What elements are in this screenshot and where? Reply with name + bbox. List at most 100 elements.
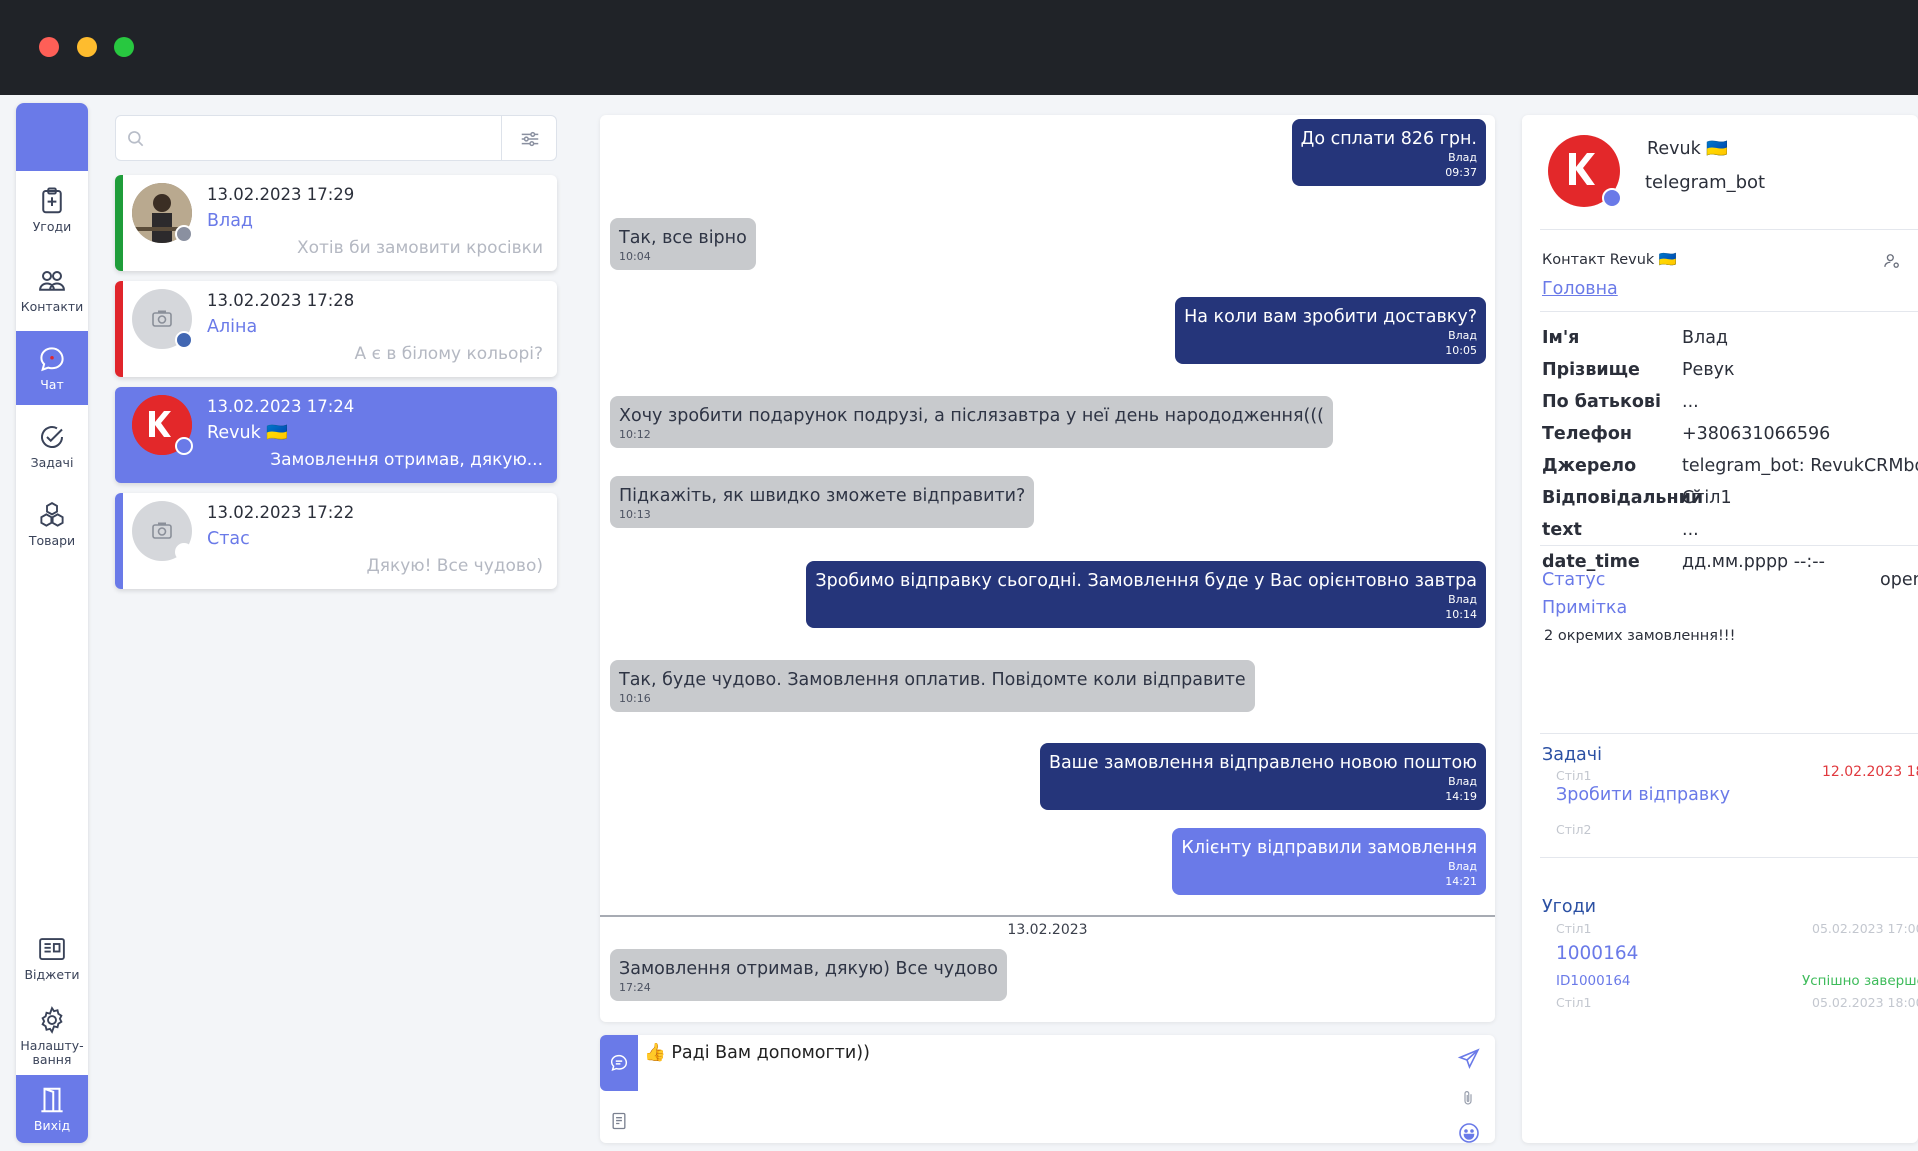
door-exit-icon bbox=[41, 1087, 63, 1113]
message-incoming: Так, буде чудово. Замовлення оплатив. По… bbox=[610, 660, 1255, 712]
field-label: Відповідальний bbox=[1542, 488, 1704, 508]
conversation-item[interactable]: 13.02.2023 17:29 Влад Хотів би замовити … bbox=[115, 175, 557, 271]
message-outgoing: Ваше замовлення відправлено новою поштою… bbox=[1039, 743, 1486, 810]
status-value[interactable]: open bbox=[1880, 570, 1918, 590]
minimize-window-button[interactable] bbox=[77, 37, 97, 57]
users-icon bbox=[39, 271, 65, 291]
nav-label-settings: Налашту- вання bbox=[20, 1038, 84, 1067]
message-outgoing: На коли вам зробити доставку? Влад 10:05 bbox=[1175, 297, 1486, 364]
message-mode-toggle[interactable] bbox=[600, 1035, 638, 1091]
message-outgoing: До сплати 826 грн. Влад 09:37 bbox=[1291, 119, 1486, 186]
search-input[interactable] bbox=[156, 124, 486, 152]
nav-label-exit: Вихід bbox=[33, 1118, 71, 1133]
field-value[interactable]: Влад bbox=[1682, 328, 1728, 348]
instagram-icon bbox=[175, 225, 193, 243]
nav-label-products: Товари bbox=[28, 533, 76, 548]
message-author: Влад bbox=[1448, 593, 1477, 606]
note-icon[interactable] bbox=[609, 1111, 629, 1131]
search-divider bbox=[501, 116, 502, 160]
message-outgoing: Зробимо відправку сьогодні. Замовлення б… bbox=[806, 561, 1486, 628]
field-value[interactable]: Ревук bbox=[1682, 360, 1735, 380]
nav-label-tasks: Задачі bbox=[30, 455, 74, 470]
field-value[interactable]: ... bbox=[1682, 520, 1699, 540]
nav-label-deals: Угоди bbox=[32, 219, 72, 234]
nav-item-settings[interactable]: Налашту- вання bbox=[16, 995, 88, 1077]
facebook-icon bbox=[175, 331, 193, 349]
user-settings-icon[interactable] bbox=[1882, 251, 1902, 271]
message-incoming: Так, все вірно 10:04 bbox=[610, 218, 756, 270]
nav-item-contacts[interactable]: Контакти bbox=[16, 253, 88, 327]
message-text: Клієнту відправили замовлення bbox=[1181, 838, 1477, 858]
chat-icon bbox=[40, 347, 64, 372]
task-link[interactable]: Зробити відправку bbox=[1556, 785, 1730, 805]
note-value[interactable]: 2 окремих замовлення!!! bbox=[1544, 628, 1735, 644]
nav-item-products[interactable]: Товари bbox=[16, 487, 88, 561]
field-value[interactable]: ... bbox=[1682, 392, 1699, 412]
home-link[interactable]: Головна bbox=[1542, 279, 1618, 299]
field-value[interactable]: дд.мм.рррр --:-- bbox=[1682, 552, 1825, 572]
conversation-preview: А є в білому кольорі? bbox=[354, 344, 543, 364]
field-value[interactable]: Стіл1 bbox=[1682, 488, 1732, 508]
nav-item-tasks[interactable]: Задачі bbox=[16, 409, 88, 483]
boxes-icon bbox=[40, 502, 64, 527]
conversation-name: Revuk 🇺🇦 bbox=[207, 423, 289, 443]
clipboard-plus-icon bbox=[42, 187, 62, 214]
divider bbox=[1540, 229, 1918, 230]
deal-assignee: Стіл1 bbox=[1556, 921, 1592, 936]
field-label: text bbox=[1542, 520, 1582, 540]
conversation-name: Аліна bbox=[207, 317, 258, 337]
message-text: На коли вам зробити доставку? bbox=[1184, 307, 1477, 327]
divider bbox=[1540, 733, 1918, 734]
divider bbox=[1540, 311, 1918, 312]
close-window-button[interactable] bbox=[39, 37, 59, 57]
conversation-preview: Хотів би замовити кросівки bbox=[296, 238, 543, 258]
field-label: date_time bbox=[1542, 552, 1640, 572]
emoji-icon[interactable] bbox=[1457, 1121, 1481, 1145]
field-label: По батькові bbox=[1542, 392, 1661, 412]
conversation-datetime: 13.02.2023 17:24 bbox=[207, 397, 355, 416]
conversation-search bbox=[115, 115, 557, 161]
nav-item-widgets[interactable]: Віджети bbox=[16, 921, 88, 995]
message-input[interactable]: 👍 Раді Вам допомогти)) bbox=[644, 1043, 1424, 1133]
conversation-datetime: 13.02.2023 17:22 bbox=[207, 503, 355, 522]
message-time: 17:24 bbox=[619, 981, 651, 994]
field-label: Джерело bbox=[1542, 456, 1637, 476]
date-separator-label: 13.02.2023 bbox=[1007, 922, 1088, 938]
message-outgoing: Клієнту відправили замовлення Влад 14:21 bbox=[1172, 828, 1486, 895]
message-author: Влад bbox=[1448, 860, 1477, 873]
send-icon[interactable] bbox=[1457, 1047, 1481, 1071]
field-label: Ім'я bbox=[1542, 328, 1580, 348]
message-time: 10:12 bbox=[619, 428, 651, 441]
nav-label-widgets: Віджети bbox=[24, 967, 80, 982]
attachment-icon[interactable] bbox=[1459, 1087, 1477, 1109]
message-time: 14:21 bbox=[1445, 875, 1477, 888]
gear-icon bbox=[41, 1006, 63, 1034]
deal-assignee: Стіл1 bbox=[1556, 995, 1592, 1010]
filter-icon[interactable] bbox=[519, 128, 541, 150]
message-text: До сплати 826 грн. bbox=[1300, 129, 1477, 149]
conversation-status-bar bbox=[115, 493, 123, 589]
field-value[interactable]: telegram_bot: RevukCRMbot bbox=[1682, 456, 1918, 476]
nav-item-chat[interactable]: Чат bbox=[16, 331, 88, 405]
deal-number-link[interactable]: 1000164 bbox=[1556, 943, 1638, 964]
message-text: Зробимо відправку сьогодні. Замовлення б… bbox=[815, 571, 1477, 591]
nav-item-deals[interactable]: Угоди bbox=[16, 173, 88, 247]
widgets-icon bbox=[39, 938, 65, 960]
conversation-name: Стас bbox=[207, 529, 250, 549]
conversation-datetime: 13.02.2023 17:28 bbox=[207, 291, 355, 310]
conversation-datetime: 13.02.2023 17:29 bbox=[207, 185, 355, 204]
conversation-status-bar bbox=[115, 175, 123, 271]
nav-item-exit[interactable]: Вихід bbox=[16, 1075, 88, 1143]
conversation-item[interactable]: 13.02.2023 17:28 Аліна А є в білому коль… bbox=[115, 281, 557, 377]
chat-thread[interactable]: До сплати 826 грн. Влад 09:37 Так, все в… bbox=[600, 115, 1495, 1022]
field-value[interactable]: +380631066596 bbox=[1682, 424, 1830, 444]
maximize-window-button[interactable] bbox=[114, 37, 134, 57]
conversation-item[interactable]: 13.02.2023 17:22 Стас Дякую! Все чудово) bbox=[115, 493, 557, 589]
sidebar-nav: Угоди Контакти Чат Задачі Товари Віджети… bbox=[16, 103, 88, 1143]
field-label: Прізвище bbox=[1542, 360, 1640, 380]
app-main: Угоди Контакти Чат Задачі Товари Віджети… bbox=[0, 95, 1918, 1151]
message-time: 09:37 bbox=[1445, 166, 1477, 179]
divider bbox=[1540, 545, 1918, 546]
conversation-item-active[interactable]: 13.02.2023 17:24 Revuk 🇺🇦 Замовлення отр… bbox=[115, 387, 557, 483]
contact-panel: Revuk 🇺🇦 telegram_bot Контакт Revuk 🇺🇦 Г… bbox=[1522, 115, 1918, 1143]
